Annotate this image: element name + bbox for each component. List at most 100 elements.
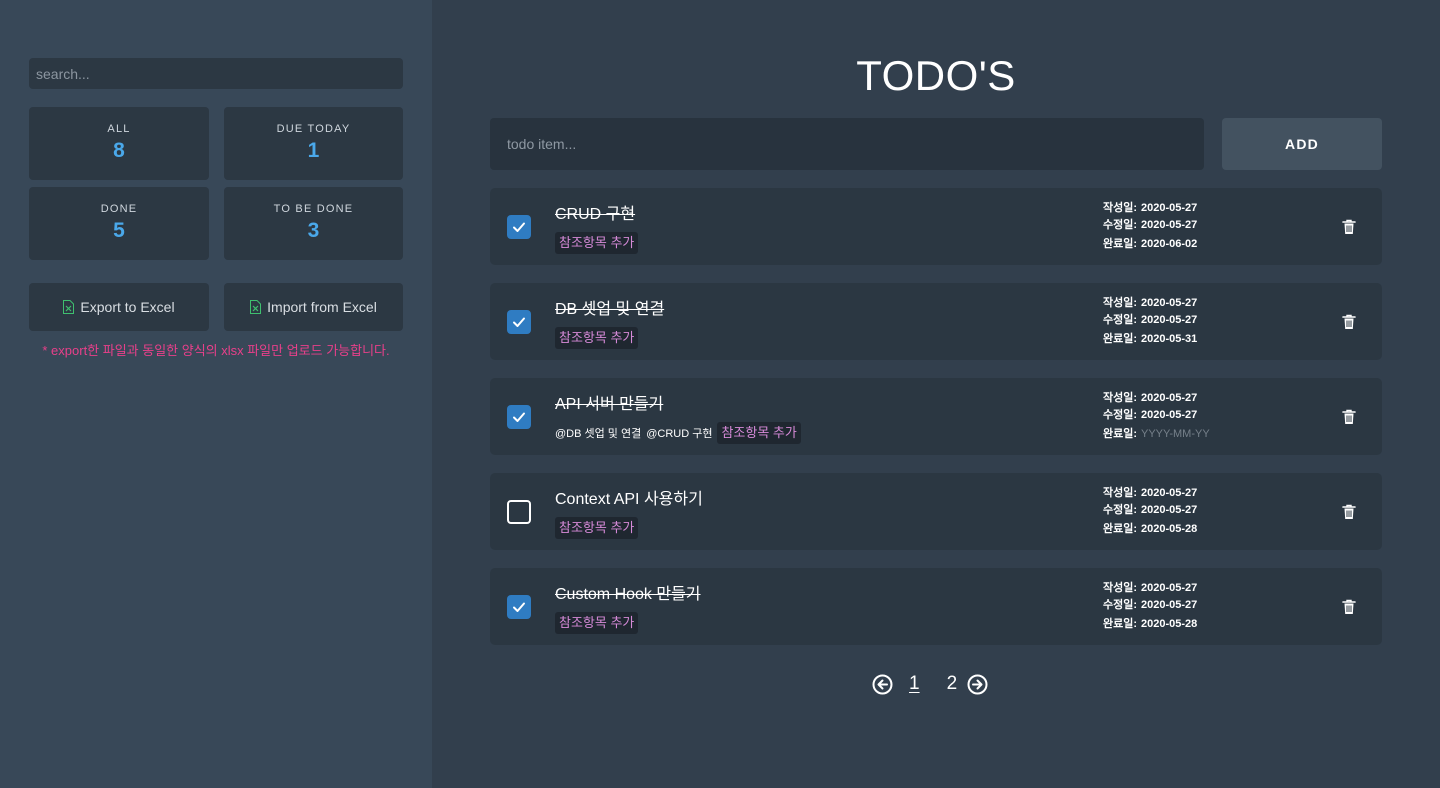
completed-date[interactable]: 2020-05-28: [1141, 521, 1197, 538]
todo-title[interactable]: API 서버 만들기: [555, 390, 663, 414]
todo-list: CRUD 구현 참조항목 추가 작성일: 2020-05-27 수정일: 202…: [490, 188, 1382, 663]
excel-actions: Export to Excel Import from Excel: [29, 283, 403, 331]
todo-title[interactable]: CRUD 구현: [555, 200, 635, 224]
stat-value: 3: [307, 219, 320, 242]
check-icon: [513, 222, 525, 232]
add-ref-button[interactable]: 참조항목 추가: [717, 422, 801, 444]
modified-label: 수정일:: [1103, 409, 1138, 421]
add-ref-button[interactable]: 참조항목 추가: [555, 612, 639, 634]
modified-date-row: 수정일: 2020-05-27: [1103, 502, 1197, 519]
created-date: 2020-05-27: [1141, 202, 1198, 214]
modified-date: 2020-05-27: [1141, 219, 1198, 231]
todo-item: Context API 사용하기 참조항목 추가 작성일: 2020-05-27…: [490, 473, 1382, 550]
trash-icon[interactable]: [1342, 314, 1356, 330]
created-date-row: 작성일: 2020-05-27: [1103, 485, 1197, 502]
app: ALL 8 DUE TODAY 1 DONE 5 TO BE DONE 3: [0, 0, 1440, 788]
todo-dates: 작성일: 2020-05-27 수정일: 2020-05-27 완료일: YYY…: [1103, 390, 1210, 443]
export-excel-label: Export to Excel: [80, 299, 175, 315]
modified-date-row: 수정일: 2020-05-27: [1103, 597, 1197, 614]
todo-title[interactable]: DB 셋업 및 연결: [555, 295, 664, 319]
todo-item: CRUD 구현 참조항목 추가 작성일: 2020-05-27 수정일: 202…: [490, 188, 1382, 265]
completed-label: 완료일:: [1103, 333, 1138, 345]
page-title: TODO'S: [856, 52, 1016, 99]
todo-dates: 작성일: 2020-05-27 수정일: 2020-05-27 완료일: 202…: [1103, 295, 1197, 348]
search-input[interactable]: [29, 58, 403, 89]
prev-page-icon[interactable]: [872, 674, 893, 695]
modified-label: 수정일:: [1103, 219, 1138, 231]
completed-label: 완료일:: [1103, 618, 1138, 630]
completed-label: 완료일:: [1103, 238, 1138, 250]
completed-date[interactable]: 2020-06-02: [1141, 236, 1197, 253]
todo-ref[interactable]: @CRUD 구현: [646, 425, 712, 441]
todo-checkbox[interactable]: [507, 595, 531, 619]
created-date-row: 작성일: 2020-05-27: [1103, 390, 1210, 407]
trash-icon[interactable]: [1342, 599, 1356, 615]
stat-all[interactable]: ALL 8: [29, 107, 209, 180]
created-date: 2020-05-27: [1141, 297, 1198, 309]
modified-date: 2020-05-27: [1141, 504, 1198, 516]
stat-label: TO BE DONE: [273, 203, 354, 215]
todo-title[interactable]: Custom Hook 만들기: [555, 580, 701, 604]
todo-ref[interactable]: @DB 셋업 및 연결: [555, 425, 641, 441]
modified-date-row: 수정일: 2020-05-27: [1103, 217, 1197, 234]
created-date: 2020-05-27: [1141, 582, 1198, 594]
todo-dates: 작성일: 2020-05-27 수정일: 2020-05-27 완료일: 202…: [1103, 580, 1197, 633]
check-icon: [513, 317, 525, 327]
stat-done[interactable]: DONE 5: [29, 187, 209, 260]
modified-date: 2020-05-27: [1141, 314, 1198, 326]
todo-dates: 작성일: 2020-05-27 수정일: 2020-05-27 완료일: 202…: [1103, 485, 1197, 538]
todo-checkbox[interactable]: [507, 215, 531, 239]
pagination: 1 2: [872, 672, 988, 696]
check-icon: [513, 412, 525, 422]
completed-date-row: 완료일: 2020-05-31: [1103, 331, 1197, 348]
todo-checkbox[interactable]: [507, 310, 531, 334]
created-date: 2020-05-27: [1141, 392, 1198, 404]
modified-label: 수정일:: [1103, 314, 1138, 326]
todo-input[interactable]: [490, 118, 1204, 170]
todo-refs: @DB 셋업 및 연결 @CRUD 구현 참조항목 추가: [555, 422, 801, 444]
todo-refs: 참조항목 추가: [555, 612, 639, 634]
created-label: 작성일:: [1103, 487, 1138, 499]
todo-checkbox[interactable]: [507, 405, 531, 429]
created-date-row: 작성일: 2020-05-27: [1103, 295, 1197, 312]
todo-dates: 작성일: 2020-05-27 수정일: 2020-05-27 완료일: 202…: [1103, 200, 1197, 253]
created-label: 작성일:: [1103, 202, 1138, 214]
completed-date[interactable]: 2020-05-31: [1141, 331, 1197, 348]
todo-refs: 참조항목 추가: [555, 327, 639, 349]
completed-date[interactable]: 2020-05-28: [1141, 616, 1197, 633]
completed-label: 완료일:: [1103, 428, 1138, 440]
modified-date: 2020-05-27: [1141, 599, 1198, 611]
completed-date-row: 완료일: 2020-05-28: [1103, 616, 1197, 633]
stat-value: 8: [113, 139, 125, 162]
next-page-icon[interactable]: [967, 674, 988, 695]
completed-date-row: 완료일: 2020-06-02: [1103, 236, 1197, 253]
trash-icon[interactable]: [1342, 409, 1356, 425]
excel-file-icon: [250, 300, 262, 314]
add-button[interactable]: ADD: [1222, 118, 1382, 170]
todo-item: API 서버 만들기 @DB 셋업 및 연결 @CRUD 구현 참조항목 추가 작성…: [490, 378, 1382, 455]
modified-date: 2020-05-27: [1141, 409, 1198, 421]
created-label: 작성일:: [1103, 582, 1138, 594]
stat-value: 1: [307, 139, 320, 162]
excel-note: * export한 파일과 동일한 양식의 xlsx 파일만 업로드 가능합니다…: [42, 343, 390, 358]
trash-icon[interactable]: [1342, 219, 1356, 235]
trash-icon[interactable]: [1342, 504, 1356, 520]
export-excel-button[interactable]: Export to Excel: [29, 283, 209, 331]
add-ref-button[interactable]: 참조항목 추가: [555, 232, 639, 254]
todo-item: Custom Hook 만들기 참조항목 추가 작성일: 2020-05-27 …: [490, 568, 1382, 645]
import-excel-button[interactable]: Import from Excel: [224, 283, 403, 331]
created-date-row: 작성일: 2020-05-27: [1103, 200, 1197, 217]
todo-checkbox[interactable]: [507, 500, 531, 524]
stat-label: ALL: [107, 123, 131, 135]
stat-to-be-done[interactable]: TO BE DONE 3: [224, 187, 403, 260]
completed-date[interactable]: YYYY-MM-YY: [1141, 426, 1210, 443]
stat-due-today[interactable]: DUE TODAY 1: [224, 107, 403, 180]
add-ref-button[interactable]: 참조항목 추가: [555, 517, 639, 539]
todo-title[interactable]: Context API 사용하기: [555, 485, 703, 509]
created-label: 작성일:: [1103, 297, 1138, 309]
page-number-1[interactable]: 1: [909, 673, 920, 695]
created-date: 2020-05-27: [1141, 487, 1198, 499]
add-ref-button[interactable]: 참조항목 추가: [555, 327, 639, 349]
page-number-2[interactable]: 2: [947, 673, 958, 695]
completed-date-row: 완료일: 2020-05-28: [1103, 521, 1197, 538]
